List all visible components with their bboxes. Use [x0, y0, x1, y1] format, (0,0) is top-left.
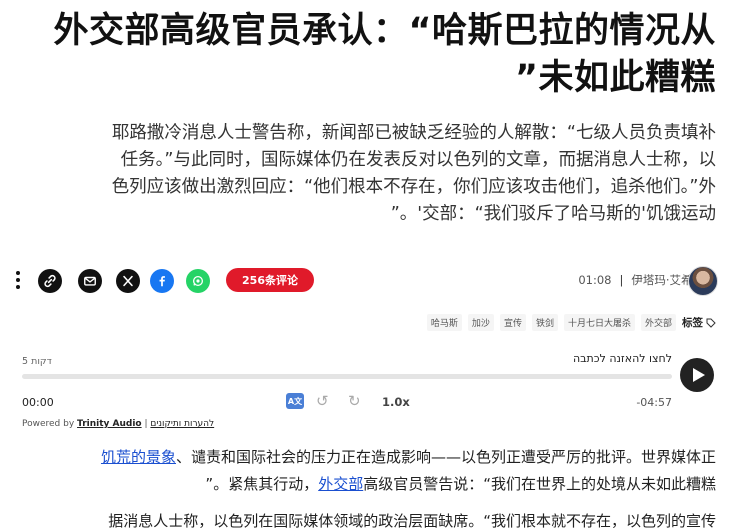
progress-track[interactable]: [22, 374, 672, 379]
tag-item[interactable]: 加沙: [467, 314, 494, 331]
forward-icon[interactable]: ↻: [348, 392, 361, 410]
body-paragraph-2: 据消息人士称，以色列在国际媒体领域的政治层面缺席。“我们根本就不存在，以色列的宣…: [26, 508, 716, 532]
para1-line1-text: 、谴责和国际社会的压力正在造成影响——以色列正遭受严厉的批评。世界媒体正: [175, 448, 716, 466]
body-paragraph-1: 饥荒的景象、谴责和国际社会的压力正在造成影响——以色列正遭受严厉的批评。世界媒体…: [26, 444, 716, 498]
tag-icon: [706, 318, 716, 328]
translate-icon[interactable]: A文: [286, 393, 304, 409]
more-options-icon[interactable]: [16, 269, 24, 293]
email-icon[interactable]: [78, 269, 102, 293]
link-icon[interactable]: [38, 269, 62, 293]
comments-button[interactable]: 256条评论: [226, 268, 314, 292]
tags-bar: 标签 外交部 十月七日大屠杀 铁剑 宣传 加沙 哈马斯: [426, 314, 716, 331]
meta-separator: |: [619, 273, 624, 287]
para1-line2-text: 高级官员警告说：“我们在世界上的处境从未如此糟糕: [363, 475, 716, 493]
feedback-link[interactable]: להערות ותיקונים: [150, 419, 214, 429]
headline-line-1: 外交部高级官员承认：“哈斯巴拉的情况从: [53, 11, 716, 51]
rewind-icon[interactable]: ↺: [316, 392, 329, 410]
tag-item[interactable]: 十月七日大屠杀: [563, 314, 635, 331]
trinity-audio-link[interactable]: Trinity Audio: [77, 419, 142, 429]
publish-time: 01:08: [578, 273, 612, 287]
facebook-icon[interactable]: [150, 269, 174, 293]
author-avatar[interactable]: [688, 266, 718, 296]
tag-item[interactable]: 宣传: [499, 314, 526, 331]
subtitle-line-2: 任务。”与此同时，国际媒体仍在发表反对以色列的文章，而据消息人士称，以: [120, 150, 716, 170]
article-meta: 01:08 | 伊塔玛·艾希纳: [578, 272, 704, 288]
listen-label: לחצו להאזנה לכתבה: [573, 352, 672, 365]
remaining-time: -04:57: [636, 396, 672, 409]
subtitle-line-4: ”。'交部：“我们驳斥了哈马斯的'饥饿运动: [390, 204, 716, 224]
subtitle: 耶路撒冷消息人士警告称，新闻部已被缺乏经验的人解散：“七级人员负责填补 任务。”…: [26, 120, 716, 228]
tags-label-text: 标签: [682, 317, 703, 329]
play-icon: [692, 368, 705, 382]
x-icon[interactable]: [116, 269, 140, 293]
famine-link[interactable]: 饥荒的景象: [101, 448, 176, 466]
foreign-ministry-link[interactable]: 外交部: [318, 475, 363, 493]
tag-item[interactable]: 铁剑: [531, 314, 558, 331]
tag-item[interactable]: 哈马斯: [426, 314, 462, 331]
current-time: 00:00: [22, 396, 54, 409]
play-button[interactable]: [680, 358, 714, 392]
para2-line1-text: 据消息人士称，以色列在国际媒体领域的政治层面缺席。“我们根本就不存在，以色列的宣…: [108, 512, 716, 530]
powered-prefix: Powered by: [22, 419, 75, 429]
para1-line2-prefix: ”。紧焦其行动，: [205, 475, 319, 493]
subtitle-line-3: 色列应该做出激烈回应：“他们根本不存在，你们应该攻击他们，追杀他们。”外: [111, 177, 716, 197]
duration-label: 5 דקות: [22, 356, 52, 367]
subtitle-line-1: 耶路撒冷消息人士警告称，新闻部已被缺乏经验的人解散：“七级人员负责填补: [111, 123, 716, 143]
whatsapp-icon[interactable]: [186, 269, 210, 293]
audio-player: 5 דקות לחצו להאזנה לכתבה 00:00 A文 ↺ ↻ 1.…: [16, 348, 716, 418]
tag-item[interactable]: 外交部: [640, 314, 676, 331]
headline: 外交部高级官员承认：“哈斯巴拉的情况从 ”未如此糟糕: [16, 8, 716, 102]
tags-label: 标签: [682, 315, 716, 330]
headline-line-2: ”未如此糟糕: [514, 58, 716, 98]
speed-button[interactable]: 1.0x: [382, 395, 410, 409]
powered-separator: |: [144, 419, 148, 429]
powered-by: Powered by Trinity Audio | להערות ותיקונ…: [22, 419, 214, 429]
